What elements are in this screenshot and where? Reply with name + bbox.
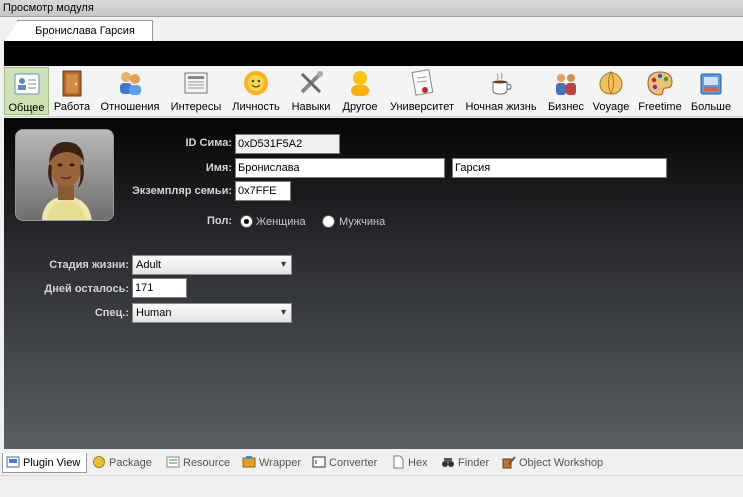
freetime-palette-icon [647,71,673,96]
tab-wrapper[interactable]: Wrapper [239,453,307,473]
gender-female-radio[interactable] [240,215,253,228]
voyage-shell-icon [599,71,623,95]
relationships-people-icon [120,72,141,95]
personality-sun-icon [244,71,268,95]
sim-portrait [15,129,114,221]
gender-male-label: Мужчина [339,216,386,228]
window-titlebar: Просмотр модуля [0,0,743,17]
skills-tools-icon [300,71,323,94]
life-stage-select[interactable]: Adult ▾ [132,255,292,275]
other-person-icon [351,71,369,96]
toolbar-nightlife[interactable]: Ночная жизнь [463,67,539,115]
package-icon [93,456,105,468]
toolbar-skills[interactable]: Навыки [288,67,334,115]
wrapper-icon [242,456,256,468]
bottom-tabstrip: Plugin View Package Resource Wrapper Con… [0,452,743,474]
tab-hex[interactable]: Hex [388,453,436,473]
finder-binoculars-icon [442,458,454,467]
business-people-icon [556,74,576,95]
interests-newspaper-icon [184,72,208,94]
resource-list-icon [166,456,180,468]
plugin-view-icon [6,456,20,468]
days-left-label: Дней осталось: [44,283,129,295]
converter-icon [312,456,326,468]
tab-resource[interactable]: Resource [163,453,237,473]
gender-female-label: Женщина [256,216,306,228]
chevron-down-icon: ▾ [280,307,286,318]
family-instance-field[interactable]: 0x7FFE [235,181,291,201]
university-diploma-icon [411,69,434,96]
toolbar-work[interactable]: Работа [51,67,93,115]
toolbar-university[interactable]: Университет [386,67,458,115]
toolbar-interests[interactable]: Интересы [167,67,225,115]
toolbar-business[interactable]: Бизнес [545,67,587,115]
species-label: Спец.: [94,307,129,319]
toolbar-personality[interactable]: Личность [228,67,284,115]
days-left-field[interactable]: 171 [132,278,187,298]
tab-converter[interactable]: Converter [309,453,386,473]
sim-face-image [42,141,92,220]
status-bar [0,475,743,497]
window-title: Просмотр модуля [3,2,94,14]
sim-id-label: ID Сима: [185,137,232,149]
toolbar-relationships[interactable]: Отношения [97,67,163,115]
tab-finder[interactable]: Finder [438,453,497,473]
name-label: Имя: [205,162,232,174]
document-tab[interactable]: Бронислава Гарсия [5,20,153,41]
toolbar-more[interactable]: Больше [688,67,734,115]
chevron-down-icon: ▾ [280,259,286,270]
gender-male-radio[interactable] [322,215,335,228]
header-bar [4,41,743,66]
tab-object-workshop[interactable]: Object Workshop [499,453,611,473]
nightlife-coffee-icon [492,72,512,95]
tab-plugin-view[interactable]: Plugin View [2,453,87,473]
category-toolbar: Общее Работа Отношения Интересы Личность [4,66,743,117]
first-name-field[interactable]: Бронислава [235,158,445,178]
hex-document-icon [393,455,404,469]
more-box-icon [700,73,722,95]
toolbar-general[interactable]: Общее [4,67,49,115]
species-select[interactable]: Human ▾ [132,303,292,323]
general-panel: ID Сима: 0xD531F5A2 Имя: Бронислава Гарс… [4,118,743,449]
object-workshop-icon [502,456,516,469]
toolbar-freetime[interactable]: Freetime [637,67,683,115]
sim-id-field[interactable]: 0xD531F5A2 [235,134,340,154]
general-card-icon [14,73,39,95]
last-name-field[interactable]: Гарсия [452,158,667,178]
family-instance-label: Экземпляр семьи: [131,185,232,197]
gender-label: Пол: [206,215,232,227]
toolbar-voyage[interactable]: Voyage [590,67,632,115]
life-stage-label: Стадия жизни: [49,259,129,271]
document-tabstrip: Бронислава Гарсия [0,17,743,41]
tab-package[interactable]: Package [89,453,161,473]
work-door-icon [62,70,82,97]
toolbar-other[interactable]: Другое [338,67,382,115]
